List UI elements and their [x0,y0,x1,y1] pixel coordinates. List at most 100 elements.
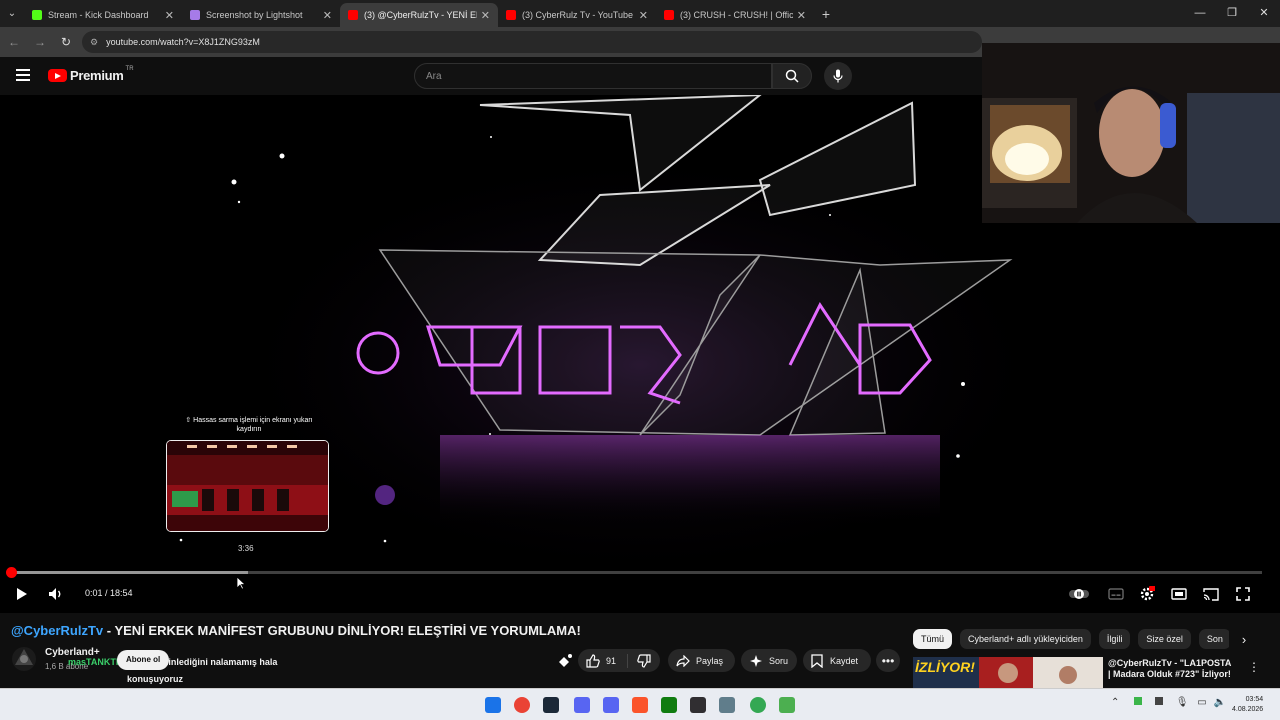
browser-tab[interactable]: (3) CRUSH - CRUSH! | Official M ✕ [656,3,814,27]
fullscreen-button[interactable] [1233,585,1253,603]
settings-icon[interactable] [719,697,735,713]
close-tab-icon[interactable]: ✕ [639,9,648,22]
volume-button[interactable] [46,585,66,603]
clock-time: 03:54 [1245,696,1264,703]
app-icon[interactable] [779,697,795,713]
time-display: 0:01 / 18:54 [85,588,133,598]
reload-icon[interactable]: ↻ [54,35,78,49]
close-tab-icon[interactable]: ✕ [481,9,490,22]
xbox-icon[interactable] [661,697,677,713]
browser-tab[interactable]: Screenshot by Lightshot ✕ [182,3,340,27]
tray-network-icon[interactable]: ▭ [1197,697,1206,708]
recommendation-chips: Tümü Cyberland+ adlı yükleyiciden İlgili Si… [913,629,1229,651]
tab-title: (3) CyberRulz Tv - YouTube [522,10,634,20]
search-input[interactable]: Ara [414,63,772,89]
tray-mic-icon[interactable]: 🎙 [1176,697,1189,708]
ask-button[interactable]: Soru [741,649,797,672]
chrome-profile-icon[interactable] [750,697,766,713]
filter-chip[interactable]: Size özel [1138,629,1191,649]
tray-volume-icon[interactable]: 🔈 [1213,697,1225,708]
search-button[interactable] [772,63,812,89]
restore-icon[interactable]: ❐ [1216,0,1248,27]
channel-avatar[interactable] [10,645,42,673]
cast-button[interactable] [1201,585,1221,603]
bookmark-icon [811,653,823,668]
browser-tab[interactable]: (3) @CyberRulzTv - YENİ ERKEK ✕ [340,3,498,27]
rec-more-icon[interactable]: ⋮ [1248,660,1260,674]
discord-icon[interactable] [574,697,590,713]
filter-chip[interactable]: İlgili [1098,629,1131,649]
filter-chip[interactable]: Son [1198,629,1229,649]
share-icon [676,654,690,667]
browser-tab[interactable]: (3) CyberRulz Tv - YouTube ✕ [498,3,656,27]
steam-icon[interactable] [543,697,559,713]
settings-button[interactable] [1137,585,1157,603]
thumbs-up-icon [586,653,600,668]
title-handle-link[interactable]: @CyberRulzTv [11,623,103,638]
site-info-icon[interactable]: ⚙ [90,37,98,48]
start-icon[interactable] [485,697,501,713]
tab-title: (3) @CyberRulzTv - YENİ ERKEK [364,10,477,20]
recommended-title[interactable]: @CyberRulzTv - "LA1POSTA | Madara Olduk … [1108,658,1236,680]
menu-icon[interactable] [16,69,30,81]
share-button[interactable]: Paylaş [668,649,735,672]
back-icon[interactable]: ← [2,35,26,49]
ai-feature-button[interactable] [556,652,574,670]
recommended-thumbnail[interactable]: İZLİYOR! [913,657,1103,688]
minimize-icon[interactable]: — [1184,0,1216,27]
autoplay-icon [1069,589,1089,599]
close-window-icon[interactable]: ✕ [1248,0,1280,27]
tab-title: Stream - Kick Dashboard [48,10,149,20]
close-tab-icon[interactable]: ✕ [323,9,332,22]
tray-nvidia-icon[interactable] [1134,697,1143,705]
save-button[interactable]: Kaydet [803,649,871,672]
more-icon: ••• [881,653,895,668]
like-button[interactable]: 91 [578,653,628,668]
discord-ptb-icon[interactable] [603,697,619,713]
browser-tab[interactable]: Stream - Kick Dashboard ✕ [24,3,182,27]
progress-bar[interactable] [6,567,1262,578]
filter-chip[interactable]: Cyberland+ adlı yükleyiciden [960,629,1091,649]
sparkle-hand-icon [559,654,572,667]
gear-icon [1140,586,1155,601]
chrome-icon[interactable] [514,697,530,713]
voice-search-button[interactable] [824,62,852,90]
chips-next-icon[interactable]: › [1236,632,1252,648]
share-label: Paylaş [696,655,724,666]
like-dislike-group: 91 [578,649,660,672]
forward-icon[interactable]: → [28,35,52,49]
youtube-logo[interactable]: Premium TR [48,66,134,83]
more-actions-button[interactable]: ••• [876,649,900,672]
tray-chevron-icon[interactable]: ⌃ [1111,697,1119,708]
tray-app-icon[interactable] [1154,697,1163,705]
dislike-button[interactable] [628,653,660,668]
theater-mode-button[interactable] [1169,585,1189,603]
windows-taskbar: ⌃ 🎙 ▭ 🔈 03:54 4.08.2026 [0,688,1280,720]
autoplay-toggle[interactable] [1069,585,1089,603]
preview-image [167,441,328,531]
play-icon [17,588,27,600]
url-field[interactable]: ⚙ youtube.com/watch?v=X8J1ZNG93zM [82,31,982,53]
subscribe-button[interactable]: Abone ol [117,650,170,670]
thumbs-down-icon [637,653,651,668]
scrubber-handle[interactable] [6,567,17,578]
play-button[interactable] [12,585,32,603]
system-tray: ⌃ 🎙 ▭ 🔈 [1111,697,1226,708]
url-text: youtube.com/watch?v=X8J1ZNG93zM [106,37,260,47]
brave-icon[interactable] [632,697,648,713]
logo-text: Premium [70,68,124,83]
close-tab-icon[interactable]: ✕ [797,9,806,22]
preview-time: 3:36 [238,544,254,553]
avatar-image [12,647,36,671]
tab-search-button[interactable]: ⌄ [0,0,24,27]
filter-chip[interactable]: Tümü [913,629,953,649]
ask-label: Soru [769,655,789,666]
scrub-preview-thumbnail [166,440,329,532]
close-tab-icon[interactable]: ✕ [165,9,174,22]
new-tab-button[interactable]: + [814,6,838,22]
taskbar-clock[interactable]: 03:54 4.08.2026 [1232,695,1263,715]
obs-icon[interactable] [690,697,706,713]
chat-overlay-line2: konuşuyoruz [127,674,184,684]
streamer-cam-image [982,43,1280,223]
subtitles-button[interactable] [1106,585,1126,603]
